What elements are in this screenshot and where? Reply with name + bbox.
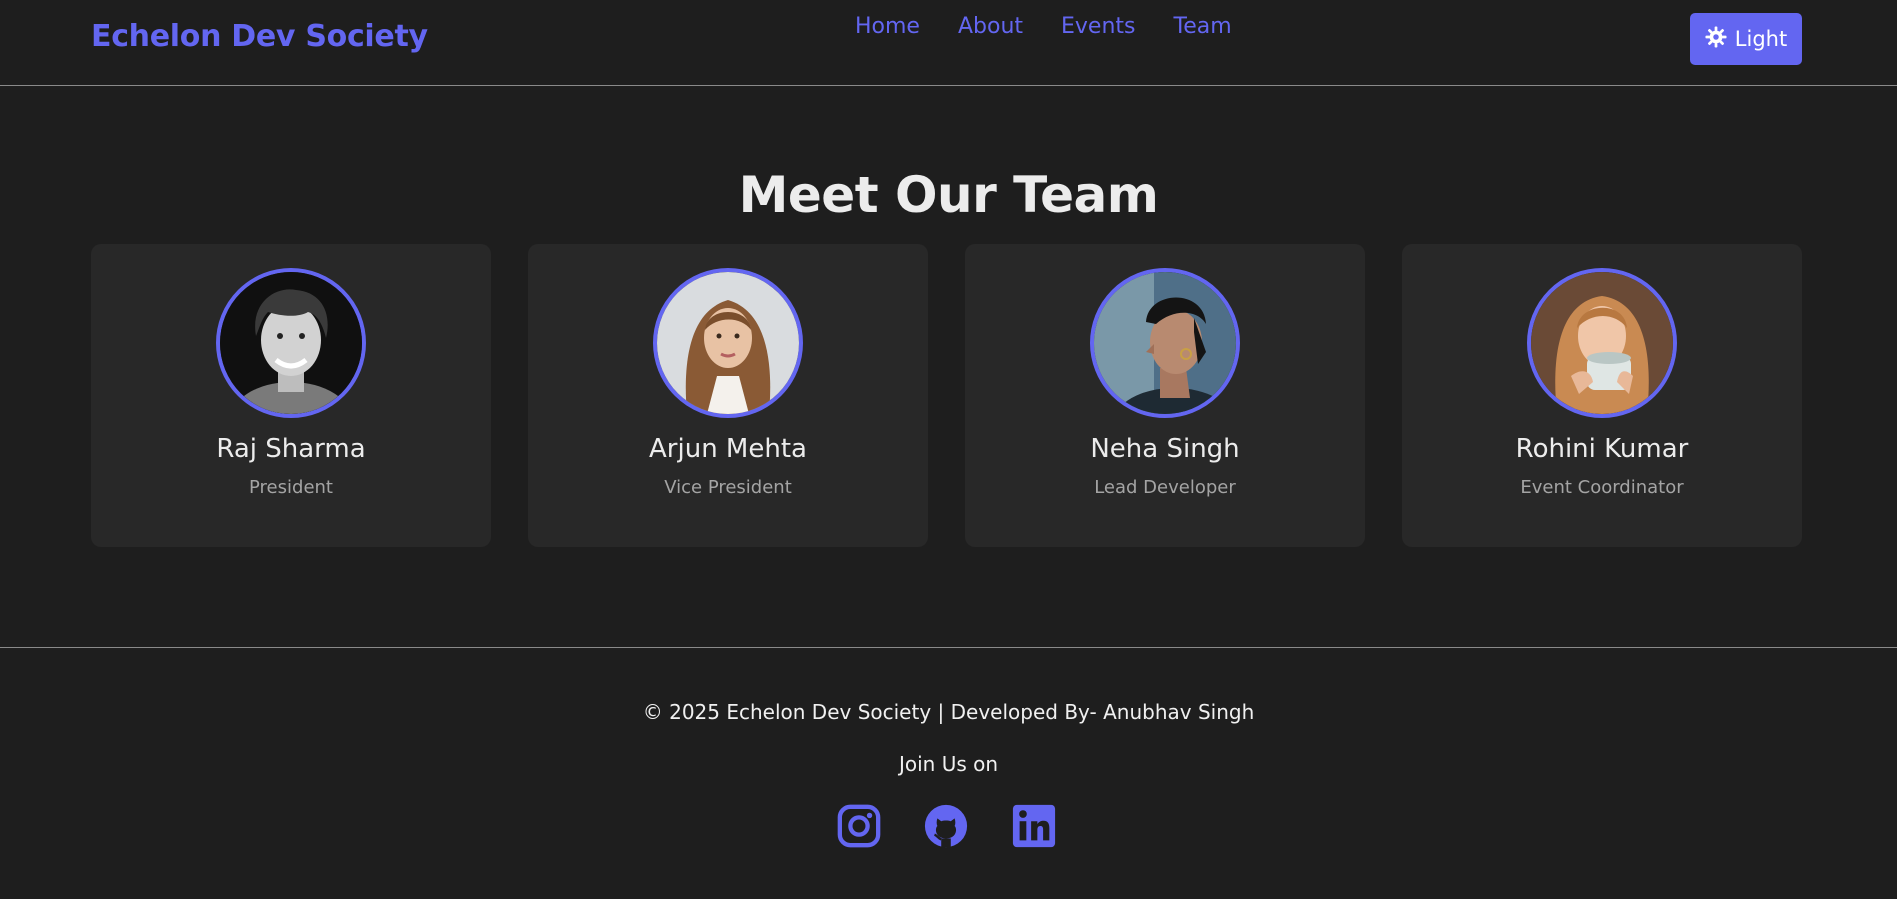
site-header: Echelon Dev Society Home About Events Te…	[0, 0, 1897, 86]
team-card: Raj Sharma President	[91, 244, 491, 547]
copyright-text: © 2025 Echelon Dev Society | Developed B…	[642, 700, 1255, 724]
github-icon[interactable]	[923, 803, 969, 849]
social-links	[836, 803, 1061, 853]
nav-about[interactable]: About	[958, 14, 1023, 39]
team-card: Arjun Mehta Vice President	[528, 244, 928, 547]
nav-team[interactable]: Team	[1174, 14, 1232, 39]
theme-toggle-label: Light	[1734, 27, 1788, 51]
member-name: Arjun Mehta	[649, 434, 807, 464]
theme-toggle-button[interactable]: Light	[1690, 13, 1802, 65]
member-name: Rohini Kumar	[1515, 434, 1689, 464]
member-name: Neha Singh	[1090, 434, 1240, 464]
team-card: Neha Singh Lead Developer	[965, 244, 1365, 547]
avatar	[653, 268, 803, 418]
member-role: Vice President	[664, 477, 792, 498]
team-card: Rohini Kumar Event Coordinator	[1402, 244, 1802, 547]
page-title: Meet Our Team	[738, 165, 1159, 224]
join-text: Join Us on	[898, 752, 999, 776]
brand-logo[interactable]: Echelon Dev Society	[91, 19, 428, 54]
member-role: Lead Developer	[1094, 477, 1236, 498]
nav-home[interactable]: Home	[855, 14, 920, 39]
member-name: Raj Sharma	[216, 434, 366, 464]
team-page: Echelon Dev Society Home About Events Te…	[0, 0, 1897, 899]
avatar	[216, 268, 366, 418]
team-grid: Raj Sharma President Arjun Mehta Vice Pr…	[91, 244, 1802, 547]
sun-icon	[1705, 25, 1727, 53]
site-footer: © 2025 Echelon Dev Society | Developed B…	[0, 647, 1897, 899]
nav-events[interactable]: Events	[1061, 14, 1136, 39]
linkedin-icon[interactable]	[1011, 803, 1057, 849]
instagram-icon[interactable]	[836, 803, 882, 849]
avatar	[1090, 268, 1240, 418]
member-role: President	[249, 477, 333, 498]
main-nav: Home About Events Team	[855, 14, 1232, 39]
avatar	[1527, 268, 1677, 418]
member-role: Event Coordinator	[1520, 477, 1684, 498]
